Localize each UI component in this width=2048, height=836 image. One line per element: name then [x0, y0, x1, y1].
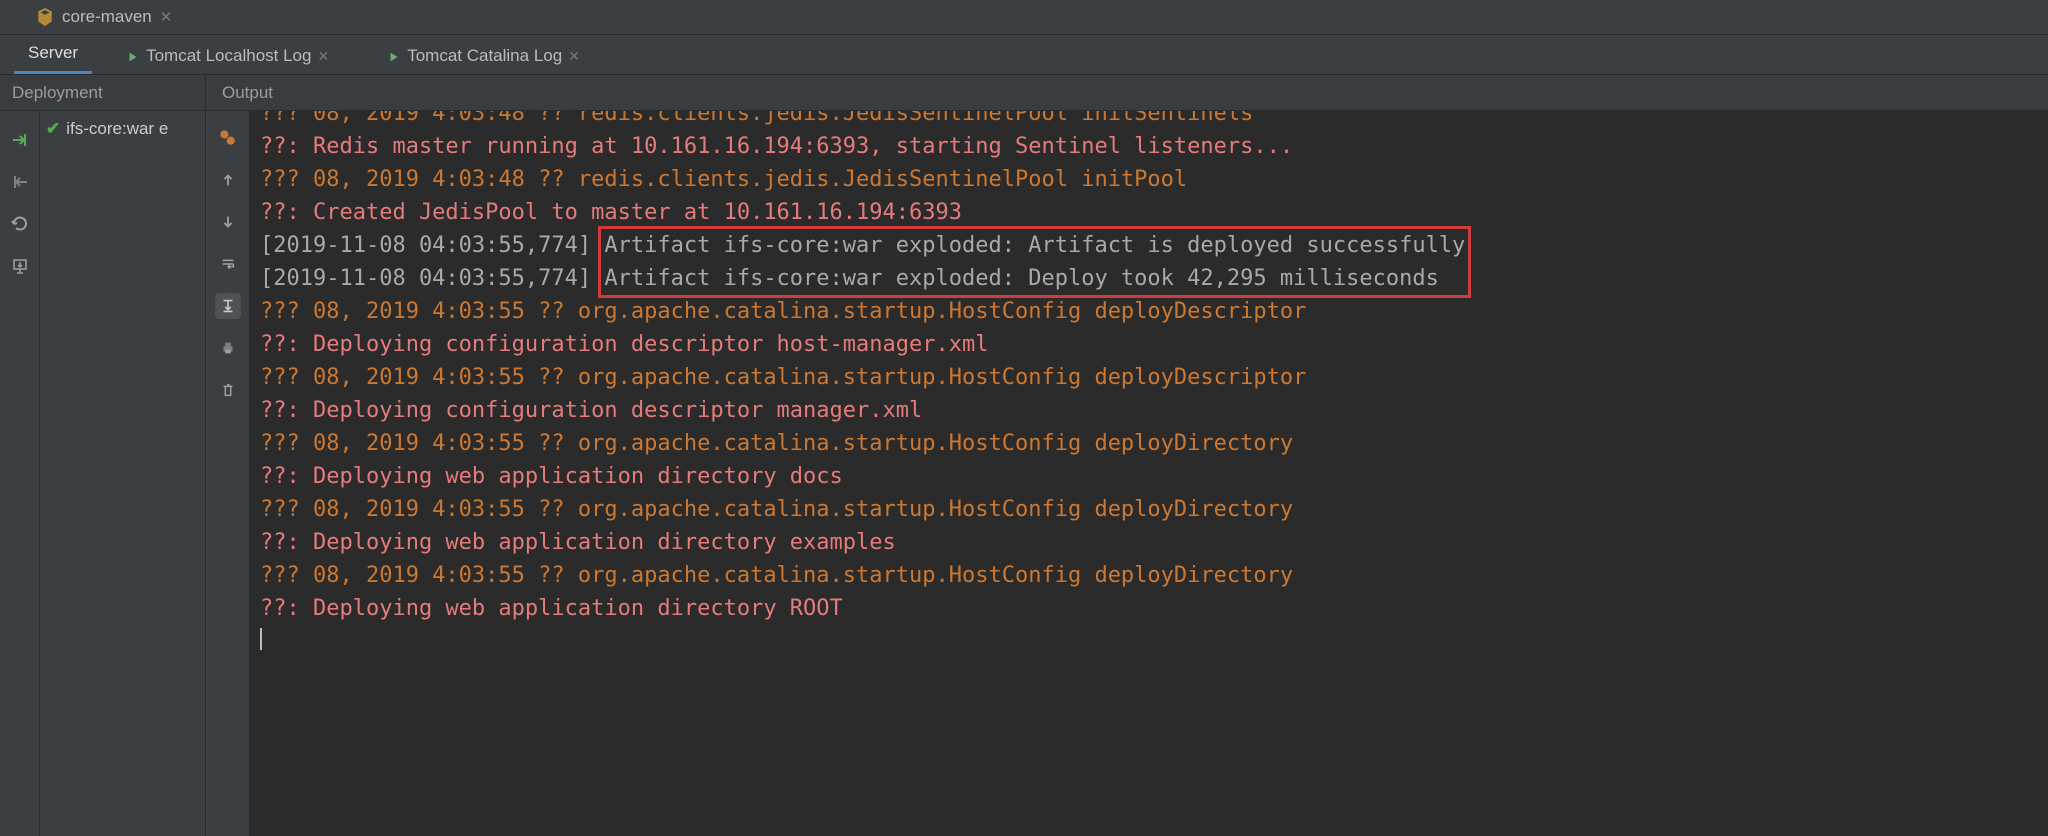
deployment-header: Deployment: [0, 75, 206, 110]
console-output[interactable]: ??? 08, 2019 4:03:48 ?? redis.clients.je…: [250, 111, 2048, 836]
editor-tabstrip: core-maven ✕: [0, 0, 2048, 35]
scroll-to-end-icon[interactable]: [215, 293, 241, 319]
tab-tomcat-localhost-log[interactable]: Tomcat Localhost Log ✕: [112, 38, 343, 74]
deployment-panel: ✔ ifs-core:war e: [40, 111, 206, 836]
text-cursor: [260, 628, 262, 650]
close-icon[interactable]: ✕: [160, 8, 173, 26]
tab-tomcat-localhost-label: Tomcat Localhost Log: [146, 46, 311, 66]
undeploy-icon[interactable]: [9, 171, 31, 193]
deploy-all-icon[interactable]: [9, 255, 31, 277]
console-line: ??: Deploying web application directory …: [260, 460, 2038, 493]
deployment-artifact-item[interactable]: ✔ ifs-core:war e: [46, 119, 199, 139]
console-line: ??: Redis master running at 10.161.16.19…: [260, 130, 2038, 163]
console-line: ??? 08, 2019 4:03:48 ?? redis.clients.je…: [260, 111, 2038, 130]
print-icon[interactable]: [215, 335, 241, 361]
tab-server[interactable]: Server: [14, 35, 92, 74]
refresh-icon[interactable]: [9, 213, 31, 235]
console-line: ??? 08, 2019 4:03:48 ?? redis.clients.je…: [260, 163, 2038, 196]
console-line: ??: Created JedisPool to master at 10.16…: [260, 196, 2038, 229]
console-line: ??: Deploying web application directory …: [260, 526, 2038, 559]
toolwindow-tabs: Server Tomcat Localhost Log ✕ Tomcat Cat…: [0, 35, 2048, 75]
trash-icon[interactable]: [215, 377, 241, 403]
tab-tomcat-catalina-label: Tomcat Catalina Log: [407, 46, 562, 66]
console-line: ??? 08, 2019 4:03:55 ?? org.apache.catal…: [260, 295, 2038, 328]
console-line: ??: Deploying configuration descriptor m…: [260, 394, 2038, 427]
soft-wrap-icon[interactable]: [215, 251, 241, 277]
arrow-up-icon[interactable]: [215, 167, 241, 193]
breakpoints-icon[interactable]: [215, 125, 241, 151]
deploy-icon[interactable]: [9, 129, 31, 151]
console-line: ??? 08, 2019 4:03:55 ?? org.apache.catal…: [260, 427, 2038, 460]
log-icon: [126, 49, 140, 63]
section-header-row: Deployment Output: [0, 75, 2048, 111]
editor-tab-core-maven[interactable]: core-maven ✕: [24, 0, 184, 34]
tab-server-label: Server: [28, 43, 78, 63]
console-tool-gutter: [206, 111, 250, 836]
editor-tab-label: core-maven: [62, 7, 152, 27]
toolwindow-content: ✔ ifs-core:war e ??? 08, 2019 4:03:48 ??: [0, 111, 2048, 836]
console-line: ??? 08, 2019 4:03:55 ?? org.apache.catal…: [260, 493, 2038, 526]
output-header: Output: [206, 75, 273, 110]
server-control-gutter: [0, 111, 40, 836]
close-icon[interactable]: ✕: [568, 48, 580, 65]
console-line: ??: Deploying configuration descriptor h…: [260, 328, 2038, 361]
console-cursor-line: [260, 625, 2038, 653]
close-icon[interactable]: ✕: [317, 48, 329, 65]
tab-tomcat-catalina-log[interactable]: Tomcat Catalina Log ✕: [373, 38, 594, 74]
console-line: ??: Deploying web application directory …: [260, 592, 2038, 625]
highlight-annotation: [598, 226, 1471, 298]
console-line: ??? 08, 2019 4:03:55 ?? org.apache.catal…: [260, 361, 2038, 394]
deployment-artifact-label: ifs-core:war e: [66, 119, 168, 139]
maven-file-icon: [36, 8, 54, 26]
console-line: ??? 08, 2019 4:03:55 ?? org.apache.catal…: [260, 559, 2038, 592]
success-check-icon: ✔: [46, 119, 60, 139]
log-icon: [387, 49, 401, 63]
arrow-down-icon[interactable]: [215, 209, 241, 235]
